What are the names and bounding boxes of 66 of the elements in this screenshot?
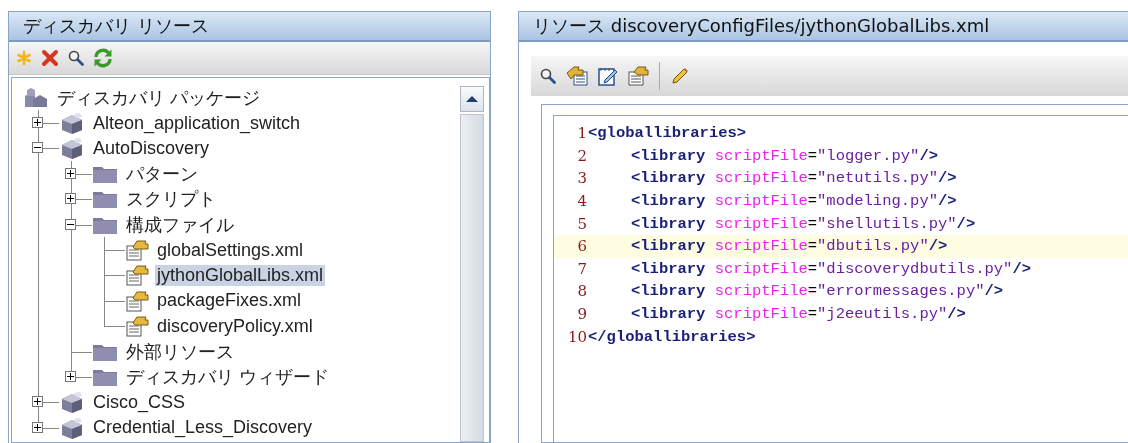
package-icon [59, 137, 85, 160]
scroll-up-button[interactable] [460, 86, 484, 112]
code-text: <library scriptFile="dbutils.py"/> [630, 237, 948, 256]
folder-icon [92, 367, 118, 387]
line-number: 7 [576, 259, 587, 278]
code-text: <library scriptFile="shellutils.py"/> [630, 214, 976, 233]
code-text: <library scriptFile="modeling.py"/> [630, 192, 957, 211]
tree-item[interactable]: globalSettings.xml [155, 239, 306, 261]
tree-item[interactable]: Cisco_CSS [91, 391, 188, 413]
tree-item[interactable]: AutoDiscovery [91, 137, 212, 159]
package-icon [59, 416, 85, 439]
expand-toggle[interactable] [65, 167, 76, 179]
folder-icon [92, 189, 118, 210]
folder-hand-icon[interactable] [565, 65, 589, 87]
tree-item[interactable]: 構成ファイル [124, 212, 236, 237]
line-number: 9 [576, 305, 587, 324]
pencil-icon[interactable] [670, 66, 690, 86]
line-number: 6 [576, 237, 587, 256]
packages-icon [23, 86, 49, 109]
tree-item[interactable]: ディスカバリ ウィザード [124, 365, 331, 389]
document-hand-icon [125, 264, 149, 287]
code-text: <globallibraries> [587, 124, 747, 143]
delete-icon[interactable] [40, 48, 60, 68]
line-number: 5 [576, 214, 587, 233]
package-icon [59, 112, 85, 135]
package-icon [59, 391, 85, 414]
tree-item[interactable]: Credential_Less_Discovery [91, 417, 315, 439]
tree-item[interactable]: packageFixes.xml [155, 290, 304, 312]
panel-title: ディスカバリ リソース [9, 12, 490, 42]
refresh-icon[interactable] [92, 47, 114, 69]
line-number: 3 [576, 169, 587, 188]
line-number: 4 [576, 192, 587, 211]
tree-item[interactable]: パターン [124, 161, 200, 186]
tree-item[interactable]: discoveryPolicy.xml [155, 315, 315, 337]
tree-item[interactable]: jythonGlobalLibs.xml [155, 264, 326, 286]
code-text: <library scriptFile="errormessages.py"/> [630, 282, 1004, 301]
tree-item[interactable]: Alteon_application_switch [91, 112, 303, 134]
expand-toggle[interactable] [65, 371, 76, 382]
panel-title: リソース discoveryConfigFiles/jythonGlobalLibs.xml [519, 12, 1128, 42]
tree-item[interactable]: スクリプト [124, 187, 218, 212]
notepad-pencil-icon[interactable] [597, 65, 619, 87]
line-number: 10 [566, 327, 587, 346]
code-text: <library scriptFile="netutils.py"/> [630, 169, 957, 188]
search-icon[interactable] [539, 67, 557, 85]
search-icon[interactable] [67, 49, 85, 67]
line-number: 8 [576, 282, 587, 301]
tree-item[interactable]: ディスカバリ パッケージ [55, 85, 262, 110]
collapse-toggle[interactable] [65, 218, 76, 230]
expand-toggle[interactable] [32, 396, 43, 408]
scroll-thumb[interactable] [460, 114, 484, 442]
code-text: </globallibraries> [587, 327, 756, 346]
tree-item[interactable]: 外部リソース [124, 339, 236, 364]
code-text: <library scriptFile="logger.py"/> [630, 146, 938, 165]
line-number: 2 [576, 146, 587, 165]
line-number: 1 [576, 124, 587, 143]
document-hand-icon [125, 239, 149, 262]
code-text: <library scriptFile="j2eeutils.py"/> [630, 305, 966, 324]
document-hand-icon[interactable] [627, 65, 649, 87]
expand-toggle[interactable] [32, 117, 43, 129]
code-text: <library scriptFile="discoverydbutils.py"/> [630, 259, 1031, 278]
expand-toggle[interactable] [65, 193, 76, 205]
triangle-up-icon [466, 95, 478, 103]
collapse-toggle[interactable] [32, 142, 43, 154]
document-hand-icon [125, 289, 149, 312]
expand-toggle[interactable] [32, 421, 43, 433]
document-hand-icon [125, 315, 149, 338]
